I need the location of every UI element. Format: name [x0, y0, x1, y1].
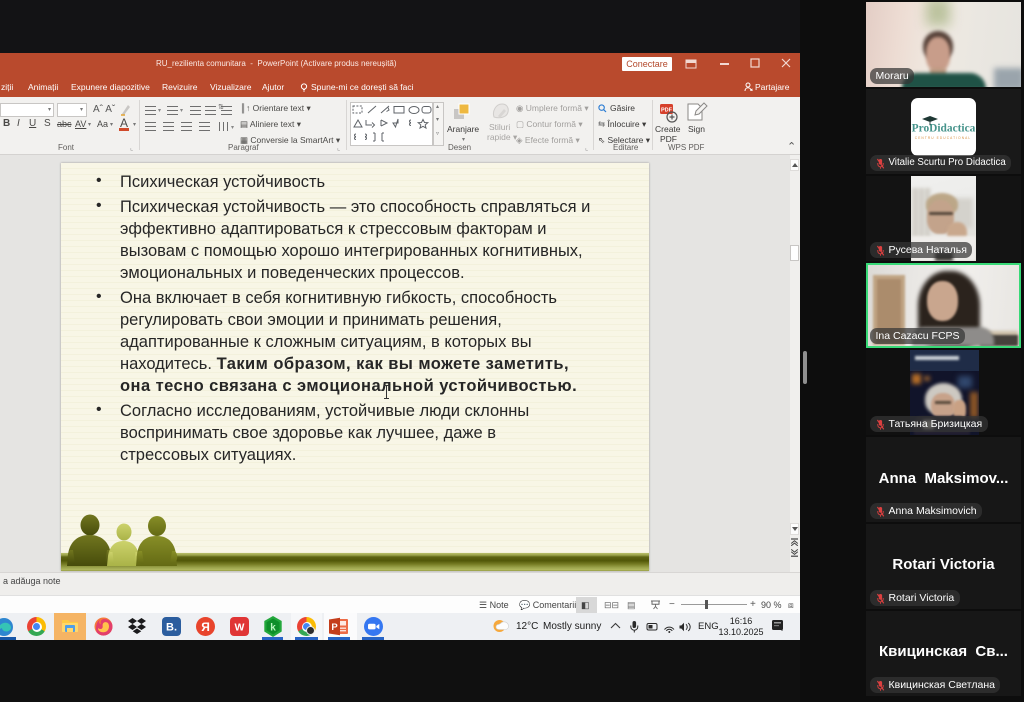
svg-text:k: k — [270, 623, 276, 634]
svg-text:Я: Я — [201, 620, 210, 634]
svg-text:CENTRU EDUCATIONAL: CENTRU EDUCATIONAL — [915, 136, 971, 140]
svg-text:P: P — [331, 622, 338, 633]
svg-text:W: W — [235, 622, 245, 634]
svg-text:ProDidactica: ProDidactica — [912, 123, 976, 135]
svg-text:B.: B. — [166, 622, 177, 634]
